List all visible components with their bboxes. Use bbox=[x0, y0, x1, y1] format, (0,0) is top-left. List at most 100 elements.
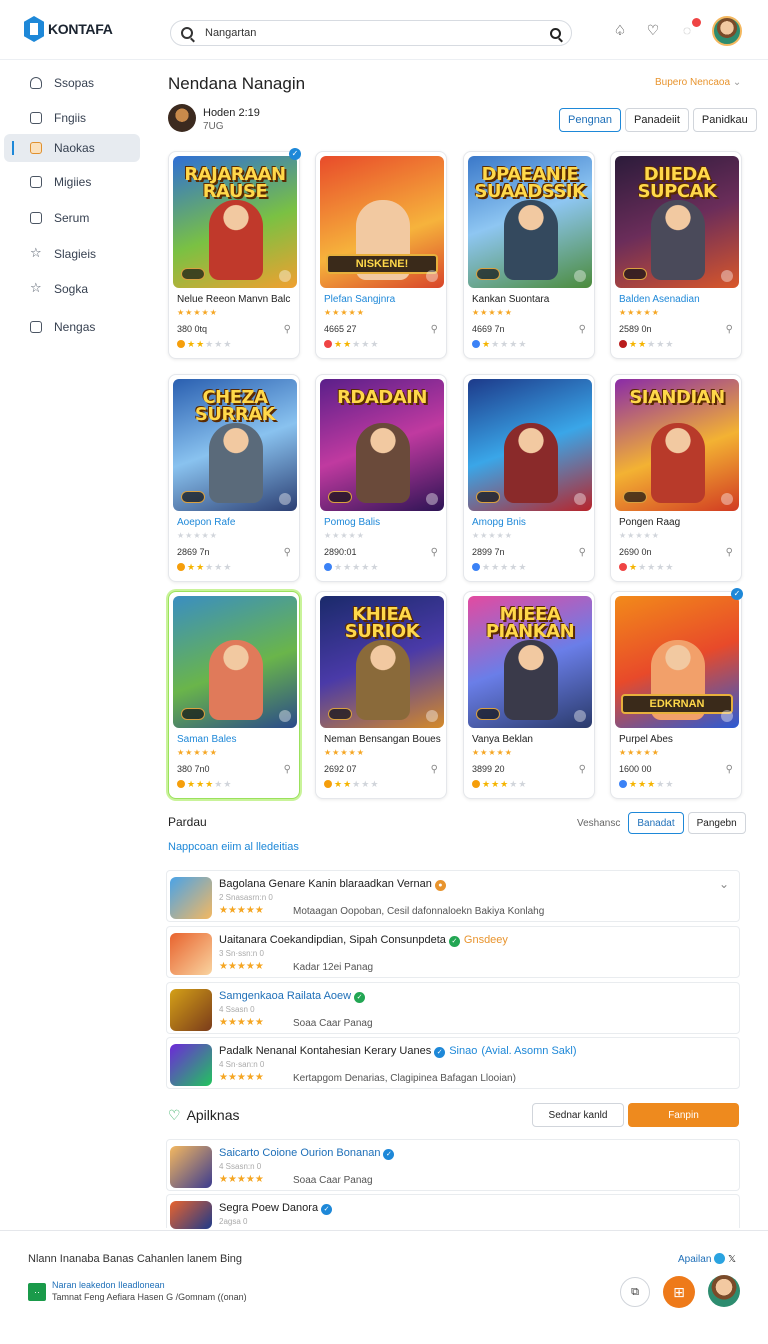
sidebar-item-serum[interactable]: Serum bbox=[4, 204, 140, 232]
game-card[interactable]: KHIEA SURIOK Neman Bensangan Boues ★★★★★ 26… bbox=[315, 591, 447, 799]
search-bar[interactable] bbox=[170, 20, 572, 46]
list-item-meta: 4 Sn·san:n 0 bbox=[219, 1060, 265, 1069]
footer-link[interactable]: Apailan 𝕏 bbox=[678, 1253, 736, 1265]
game-thumbnail[interactable] bbox=[468, 379, 592, 511]
game-thumbnail[interactable]: NISKENE! bbox=[320, 156, 444, 288]
sidebar-item-slagieis[interactable]: ☆ Slagieis bbox=[4, 240, 140, 268]
sidebar-item-fngiis[interactable]: Fngiis bbox=[4, 104, 140, 132]
game-thumbnail[interactable]: DPAEANIE SUAADSSIK bbox=[468, 156, 592, 288]
game-name[interactable]: Nelue Reeon Manvn Balc bbox=[177, 294, 290, 305]
game-card[interactable]: DPAEANIE SUAADSSIK Kankan Suontara ★★★★★ 46… bbox=[463, 151, 595, 359]
game-name[interactable]: Purpel Abes bbox=[619, 734, 673, 745]
pin-icon[interactable]: ⚲ bbox=[579, 764, 586, 775]
game-card[interactable]: SIANDIAN Pongen Raag ★★★★★ 2690 0n ⚲ ★★★★★ bbox=[610, 374, 742, 582]
game-card[interactable]: MIEEA PIANKAN Vanya Beklan ★★★★★ 3899 20 ⚲ ★★… bbox=[463, 591, 595, 799]
game-thumbnail[interactable]: DIIEDA SUPCAK bbox=[615, 156, 739, 288]
pin-icon[interactable]: ⚲ bbox=[726, 764, 733, 775]
game-name[interactable]: Saman Bales bbox=[177, 734, 236, 745]
game-thumbnail[interactable]: CHEZA SURRAK bbox=[173, 379, 297, 511]
app-logo[interactable]: KONTAFA bbox=[24, 16, 113, 42]
search-input[interactable] bbox=[205, 27, 550, 39]
game-card[interactable]: Amopg Bnis ★★★★★ 2899 7n ⚲ ★★★★★ bbox=[463, 374, 595, 582]
tab-panidkau[interactable]: Panidkau bbox=[692, 108, 757, 132]
list-item[interactable]: Bagolana Genare Kanin blaraadkan Vernan ●… bbox=[166, 870, 740, 922]
list-item[interactable]: Samgenkaoa Railata Aoew ✓ 4 Ssasn 0 ★★★★★… bbox=[166, 982, 740, 1034]
pin-icon[interactable]: ⚲ bbox=[284, 547, 291, 558]
heart-icon[interactable]: ♡ bbox=[645, 22, 661, 38]
game-price: 380 0tq bbox=[177, 324, 208, 334]
game-name[interactable]: Vanya Beklan bbox=[472, 734, 533, 745]
chevron-down-icon[interactable]: ⌄ bbox=[719, 877, 729, 891]
search-submit-icon[interactable] bbox=[550, 27, 561, 39]
game-name[interactable]: Neman Bensangan Boues bbox=[324, 734, 441, 745]
footer-text: Nlann Inanaba Banas Cahanlen lanem Bing bbox=[28, 1253, 243, 1265]
sort-dropdown[interactable]: Bupero Nencaoa bbox=[655, 77, 741, 88]
list-item[interactable]: Uaitanara Coekandipdian, Sipah Consunpde… bbox=[166, 926, 740, 978]
game-thumbnail[interactable]: MIEEA PIANKAN bbox=[468, 596, 592, 728]
pin-icon[interactable]: ⚲ bbox=[579, 547, 586, 558]
game-card[interactable]: RAJARAAN RAUSE ✓ Nelue Reeon Manvn Balc ★★★… bbox=[168, 148, 301, 359]
chat-icon[interactable]: ·· bbox=[28, 1283, 46, 1301]
footer-avatar[interactable] bbox=[708, 1275, 740, 1307]
rating-stars: ★★★★★ bbox=[324, 531, 365, 540]
verified-icon: ✓ bbox=[383, 1149, 395, 1160]
sidebar-item-migiies[interactable]: Migiies bbox=[4, 168, 140, 196]
platform-icon bbox=[574, 710, 586, 722]
game-name[interactable]: Pomog Balis bbox=[324, 517, 380, 528]
pin-icon[interactable]: ⚲ bbox=[431, 547, 438, 558]
footer-line-2[interactable]: Naran leakedon Ileadlonean bbox=[52, 1280, 165, 1290]
sidebar-item-naokas[interactable]: Naokas bbox=[4, 134, 140, 162]
pin-icon[interactable]: ⚲ bbox=[431, 764, 438, 775]
game-card[interactable]: EDKRNAN ✓ Purpel Abes ★★★★★ 1600 00 ⚲ ★★★★★ bbox=[610, 588, 743, 799]
section-link[interactable]: Nappcoan eiim al lledeitias bbox=[168, 841, 299, 853]
tab-pengnan[interactable]: Pengnan bbox=[559, 108, 622, 132]
game-thumbnail[interactable]: EDKRNAN bbox=[615, 596, 739, 728]
list-item[interactable]: Padalk Nenanal Kontahesian Kerary Uanes ✓… bbox=[166, 1037, 740, 1089]
character-art bbox=[504, 200, 558, 280]
pin-icon[interactable]: ⚲ bbox=[726, 547, 733, 558]
user-rating: ★★★★★ bbox=[324, 339, 379, 350]
game-name[interactable]: Balden Asenadian bbox=[619, 294, 700, 305]
tab-panadeiit[interactable]: Panadeiit bbox=[625, 108, 689, 132]
sidebar-item-nengas[interactable]: Nengas bbox=[4, 313, 140, 341]
pin-icon[interactable]: ⚲ bbox=[284, 324, 291, 335]
game-thumbnail[interactable]: SIANDIAN bbox=[615, 379, 739, 511]
user-avatar[interactable] bbox=[712, 16, 742, 46]
list-icon bbox=[30, 212, 42, 224]
game-thumbnail[interactable]: RAJARAAN RAUSE bbox=[173, 156, 297, 288]
bell-icon[interactable]: ♤ bbox=[612, 22, 628, 38]
filter-label[interactable]: Veshansc bbox=[577, 818, 620, 829]
primary-button[interactable]: Fanpin bbox=[628, 1103, 739, 1127]
secondary-button[interactable]: Sednar kanld bbox=[532, 1103, 624, 1127]
game-card[interactable]: DIIEDA SUPCAK Balden Asenadian ★★★★★ 2589 0… bbox=[610, 151, 742, 359]
list-item-meta: 2agsa 0 bbox=[219, 1217, 248, 1226]
filter-pangebn[interactable]: Pangebn bbox=[687, 812, 746, 834]
pin-icon[interactable]: ⚲ bbox=[579, 324, 586, 335]
pin-icon[interactable]: ⚲ bbox=[726, 324, 733, 335]
game-thumbnail[interactable]: RDADAIN bbox=[320, 379, 444, 511]
sidebar-item-ssopas[interactable]: Ssopas bbox=[4, 69, 140, 97]
top-bar: KONTAFA ♤ ♡ ◌ bbox=[0, 0, 768, 60]
pin-icon[interactable]: ⚲ bbox=[431, 324, 438, 335]
game-name[interactable]: Kankan Suontara bbox=[472, 294, 549, 305]
game-badge bbox=[476, 491, 500, 503]
list-item[interactable]: Saicarto Coione Ourion Bonanan ✓ 4 Ssasn:… bbox=[166, 1139, 740, 1191]
game-card[interactable]: Saman Bales ★★★★★ 380 7n0 ⚲ ★★★★★ bbox=[168, 591, 300, 799]
pin-icon[interactable]: ⚲ bbox=[284, 764, 291, 775]
sidebar-item-sogka[interactable]: ☆ Sogka bbox=[4, 275, 140, 303]
game-card[interactable]: CHEZA SURRAK Aoepon Rafe ★★★★★ 2869 7n ⚲ ★★★★… bbox=[168, 374, 300, 582]
list-item[interactable]: Segra Poew Danora ✓ 2agsa 0 bbox=[166, 1194, 740, 1229]
game-name[interactable]: Plefan Sangjnra bbox=[324, 294, 395, 305]
grid-menu-button[interactable]: ⊞ bbox=[663, 1276, 695, 1308]
game-name[interactable]: Amopg Bnis bbox=[472, 517, 526, 528]
verified-icon: ✓ bbox=[289, 148, 301, 160]
game-name[interactable]: Pongen Raag bbox=[619, 517, 680, 528]
game-card[interactable]: RDADAIN Pomog Balis ★★★★★ 2890:01 ⚲ ★★★★★ bbox=[315, 374, 447, 582]
game-card[interactable]: NISKENE! Plefan Sangjnra ★★★★★ 4665 27 ⚲ ★★★★… bbox=[315, 151, 447, 359]
game-thumbnail[interactable] bbox=[173, 596, 297, 728]
filter-banadat[interactable]: Banadat bbox=[628, 812, 684, 834]
share-button[interactable]: ⧉ bbox=[620, 1277, 650, 1307]
game-name[interactable]: Aoepon Rafe bbox=[177, 517, 235, 528]
game-thumbnail[interactable]: KHIEA SURIOK bbox=[320, 596, 444, 728]
creator-avatar[interactable] bbox=[168, 104, 196, 132]
